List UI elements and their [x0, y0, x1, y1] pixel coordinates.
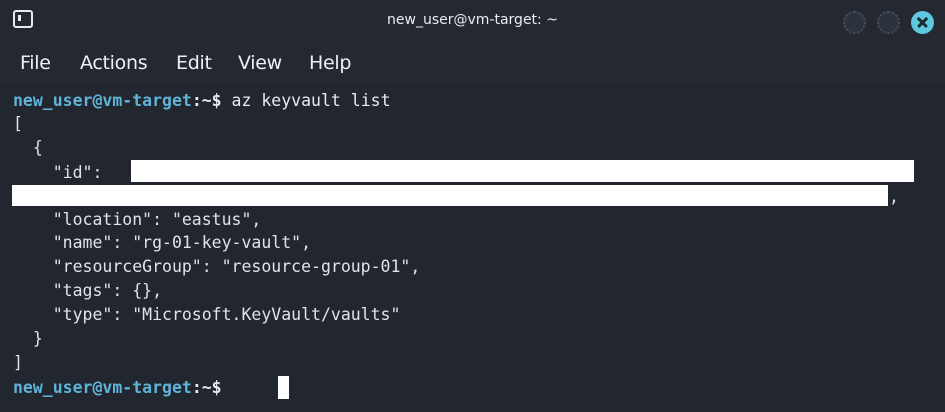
output-line-name: "name": "rg-01-key-vault",	[13, 233, 312, 252]
prompt-user: new_user@vm-target	[13, 378, 192, 397]
terminal-window: new_user@vm-target: ~ File Actions Edit …	[0, 0, 945, 412]
output-line: }	[13, 329, 43, 348]
menu-view[interactable]: View	[238, 52, 282, 74]
output-line: {	[13, 138, 43, 157]
command-text: az keyvault list	[221, 91, 391, 110]
redaction-bar	[131, 160, 914, 182]
minimize-icon[interactable]	[843, 11, 866, 34]
output-line-location: "location": "eastus",	[13, 210, 262, 229]
menu-bar: File Actions Edit View Help	[0, 44, 945, 84]
menu-actions[interactable]: Actions	[80, 52, 148, 74]
prompt-separator: :	[191, 91, 202, 110]
output-line-id-tail: ,	[889, 187, 899, 206]
output-line-resource-group: "resourceGroup": "resource-group-01",	[13, 257, 421, 276]
prompt-path: ~$	[201, 378, 222, 397]
prompt-line: new_user@vm-target:~$	[13, 376, 222, 399]
output-line: [	[13, 114, 23, 133]
redaction-bar	[12, 185, 888, 206]
window-title: new_user@vm-target: ~	[387, 12, 558, 28]
menu-help[interactable]: Help	[309, 52, 351, 74]
output-line-type: "type": "Microsoft.KeyVault/vaults"	[13, 305, 401, 324]
text-cursor	[278, 376, 289, 399]
maximize-icon[interactable]	[877, 11, 900, 34]
output-line-tags: "tags": {},	[13, 281, 163, 300]
close-icon[interactable]	[911, 11, 934, 34]
prompt-path: ~$	[201, 91, 222, 110]
title-bar[interactable]: new_user@vm-target: ~	[0, 0, 945, 44]
terminal-output[interactable]: new_user@vm-target:~$ az keyvault list […	[0, 84, 945, 412]
menu-file[interactable]: File	[20, 52, 51, 74]
output-line-id-key: "id":	[13, 163, 113, 182]
command-line: new_user@vm-target:~$ az keyvault list	[13, 89, 391, 112]
prompt-user: new_user@vm-target	[13, 91, 192, 110]
output-line: ]	[13, 353, 23, 372]
prompt-separator: :	[191, 378, 202, 397]
menu-edit[interactable]: Edit	[176, 52, 212, 74]
